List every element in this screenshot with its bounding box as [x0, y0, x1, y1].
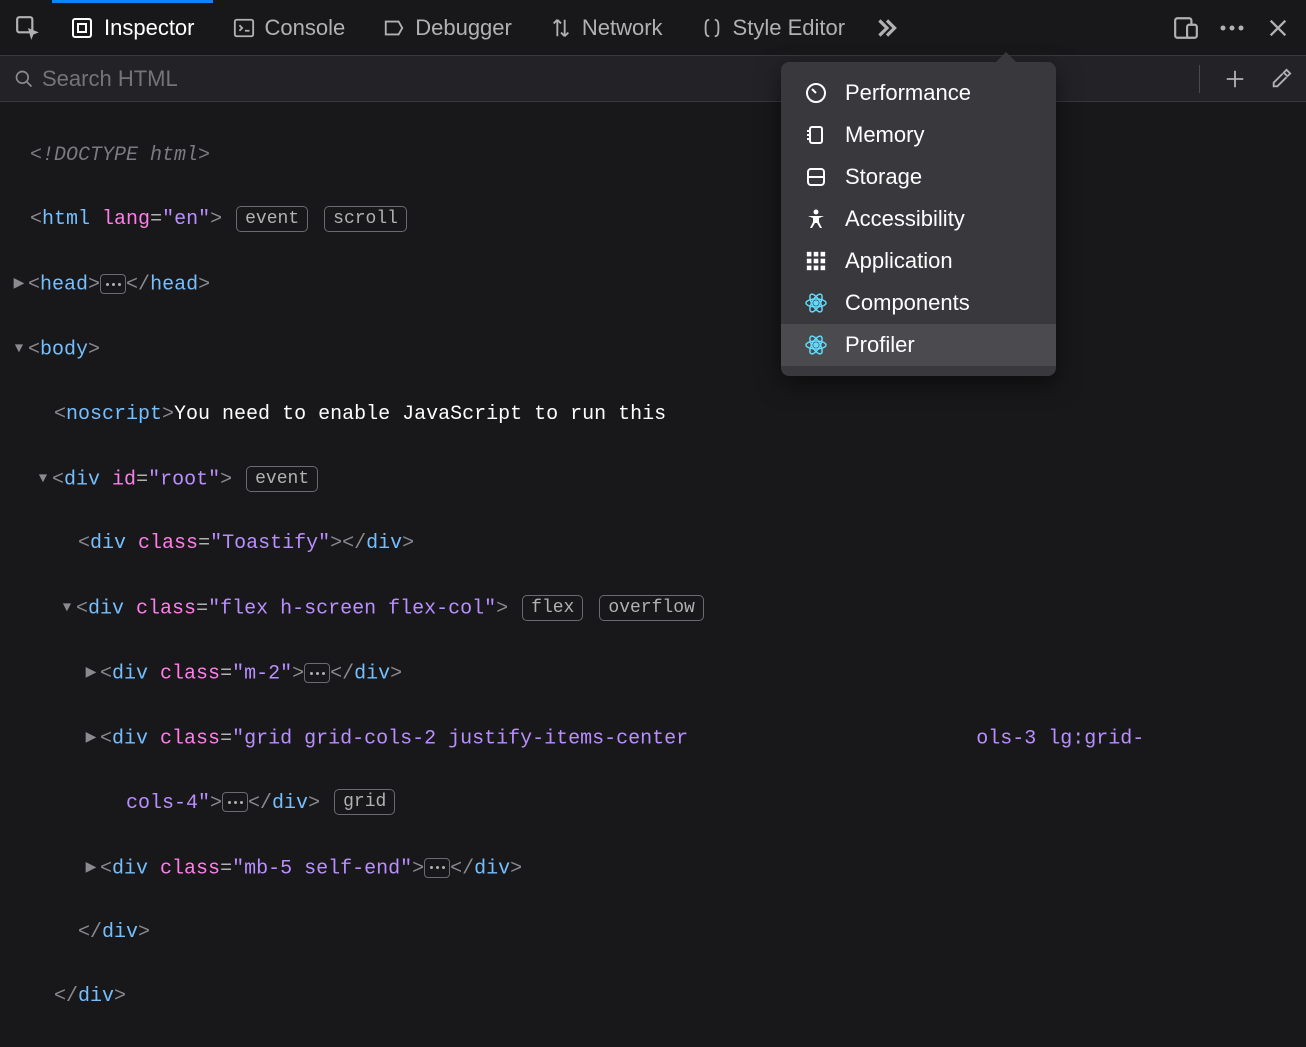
div-mb5-node[interactable]: ▶<div class="mb-5 self-end"></div> [30, 852, 1306, 885]
meatball-menu-button[interactable] [1210, 6, 1254, 50]
div-grid-node[interactable]: ▶<div class="grid grid-cols-2 justify-it… [30, 722, 1306, 755]
collapsed-ellipsis[interactable] [222, 792, 248, 812]
tab-label: Debugger [415, 15, 512, 41]
collapse-twisty[interactable]: ▼ [10, 333, 28, 365]
search-icon [14, 69, 34, 89]
menu-item-label: Performance [845, 80, 971, 106]
tab-debugger[interactable]: Debugger [365, 0, 530, 56]
pick-element-button[interactable] [6, 6, 50, 50]
div-flex-node[interactable]: ▼<div class="flex h-screen flex-col"> fl… [30, 592, 1306, 625]
close-devtools-button[interactable] [1256, 6, 1300, 50]
badge-scroll[interactable]: scroll [324, 206, 407, 232]
tab-inspector[interactable]: Inspector [52, 0, 213, 56]
menu-item-label: Application [845, 248, 953, 274]
badge-event[interactable]: event [246, 466, 318, 492]
collapse-twisty[interactable]: ▼ [58, 592, 76, 624]
add-element-button[interactable] [1224, 68, 1246, 90]
menu-item-profiler[interactable]: Profiler [781, 324, 1056, 366]
menu-item-label: Components [845, 290, 970, 316]
menu-item-components[interactable]: Components [781, 282, 1056, 324]
menu-item-label: Profiler [845, 332, 915, 358]
collapse-twisty[interactable]: ▼ [34, 463, 52, 495]
devtools-toolbar: Inspector Console Debugger Network Style… [0, 0, 1306, 56]
badge-event[interactable]: event [236, 206, 308, 232]
tabs-overflow-button[interactable] [865, 6, 909, 50]
menu-item-application[interactable]: Application [781, 240, 1056, 282]
react-icon [803, 290, 829, 316]
expand-twisty[interactable]: ▶ [82, 722, 100, 754]
accessibility-icon [803, 206, 829, 232]
body-node[interactable]: ▼<body> [30, 333, 1306, 366]
doctype-node[interactable]: <!DOCTYPE html> [30, 144, 210, 167]
react-icon [803, 332, 829, 358]
expand-twisty[interactable]: ▶ [82, 852, 100, 884]
menu-item-label: Memory [845, 122, 924, 148]
markup-view[interactable]: <!DOCTYPE html> <html lang="en"> event s… [0, 102, 1306, 1045]
memory-icon [803, 122, 829, 148]
close-div-node[interactable]: </div> [30, 981, 1306, 1013]
responsive-mode-button[interactable] [1164, 6, 1208, 50]
tab-network[interactable]: Network [532, 0, 681, 56]
div-toastify-node[interactable]: <div class="Toastify"></div> [30, 528, 1306, 560]
collapsed-ellipsis[interactable] [100, 274, 126, 294]
separator [1199, 65, 1200, 93]
tab-label: Console [265, 15, 346, 41]
markup-search-bar [0, 56, 1306, 102]
expand-twisty[interactable]: ▶ [10, 268, 28, 300]
badge-grid[interactable]: grid [334, 789, 395, 815]
collapsed-ellipsis[interactable] [424, 858, 450, 878]
menu-item-label: Accessibility [845, 206, 965, 232]
expand-twisty[interactable]: ▶ [82, 657, 100, 689]
div-m2-node[interactable]: ▶<div class="m-2"></div> [30, 657, 1306, 690]
menu-item-memory[interactable]: Memory [781, 114, 1056, 156]
badge-overflow[interactable]: overflow [599, 595, 703, 621]
tab-label: Style Editor [733, 15, 846, 41]
noscript-node[interactable]: <noscript>You need to enable JavaScript … [30, 399, 1306, 431]
close-div-node[interactable]: </div> [30, 917, 1306, 949]
eyedropper-button[interactable] [1270, 68, 1292, 90]
collapsed-ellipsis[interactable] [304, 663, 330, 683]
tab-label: Network [582, 15, 663, 41]
tabs-overflow-menu: Performance Memory Storage Accessibility… [781, 62, 1056, 376]
menu-item-label: Storage [845, 164, 922, 190]
tab-label: Inspector [104, 15, 195, 41]
html-node[interactable]: <html lang="en"> event scroll [30, 204, 1306, 236]
head-node[interactable]: ▶<head></head> [30, 268, 1306, 301]
menu-item-accessibility[interactable]: Accessibility [781, 198, 1056, 240]
div-root-node[interactable]: ▼<div id="root"> event [30, 463, 1306, 496]
grid-icon [803, 248, 829, 274]
tab-console[interactable]: Console [215, 0, 364, 56]
badge-flex[interactable]: flex [522, 595, 583, 621]
menu-item-performance[interactable]: Performance [781, 72, 1056, 114]
gauge-icon [803, 80, 829, 106]
tab-style-editor[interactable]: Style Editor [683, 0, 864, 56]
div-grid-node-wrap[interactable]: cols-4"></div> grid [30, 788, 1306, 820]
menu-item-storage[interactable]: Storage [781, 156, 1056, 198]
storage-icon [803, 164, 829, 190]
